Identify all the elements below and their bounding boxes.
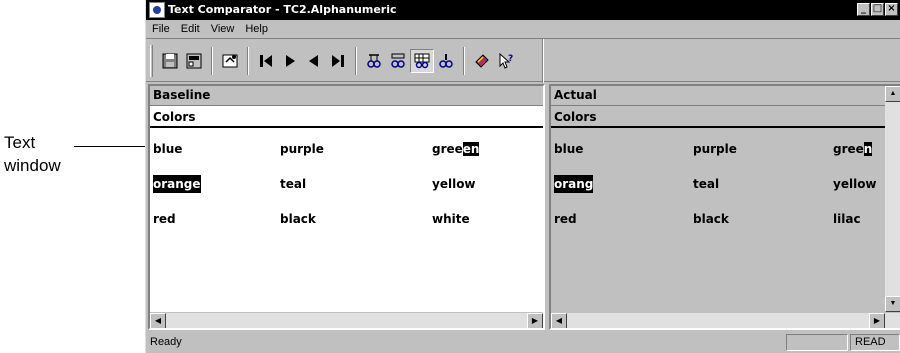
compare-words-icon[interactable]	[386, 49, 410, 73]
scroll-left-button[interactable]: ◀	[551, 313, 567, 328]
previous-diff-icon[interactable]	[302, 49, 326, 73]
next-diff-icon[interactable]	[278, 49, 302, 73]
maximize-button[interactable]: □	[871, 3, 884, 16]
baseline-cell[interactable]: white	[432, 210, 470, 228]
scroll-up-button[interactable]: ▲	[885, 86, 900, 102]
menu-edit[interactable]: Edit	[181, 20, 200, 38]
actual-cell[interactable]: yellow	[833, 175, 877, 193]
baseline-subheader: Colors	[150, 106, 543, 128]
title-bar[interactable]: Text Comparator - TC2.Alphanumeric _ □ ×	[146, 0, 900, 20]
baseline-cell[interactable]: black	[280, 210, 316, 228]
status-panel-empty	[786, 334, 848, 351]
baseline-hscrollbar[interactable]: ◀ ▶	[150, 312, 543, 328]
actual-cell[interactable]: teal	[693, 175, 719, 193]
toolbar: ?	[146, 38, 900, 83]
diff-highlight: n	[863, 142, 873, 156]
actual-cell[interactable]: black	[693, 210, 729, 228]
help-pointer-icon[interactable]: ?	[494, 49, 518, 73]
actual-cell[interactable]: orang	[554, 175, 594, 193]
actual-hscrollbar[interactable]: ◀ ▶	[551, 312, 900, 328]
baseline-cell[interactable]: orange	[153, 175, 201, 193]
toolbar-grip[interactable]	[150, 45, 153, 77]
menu-file[interactable]: File	[152, 20, 170, 38]
compare-grid-icon[interactable]	[410, 49, 434, 73]
actual-vscrollbar[interactable]: ▲ ▼	[885, 86, 900, 312]
table-row: blue purple green	[551, 140, 900, 160]
baseline-cell[interactable]: yellow	[432, 175, 476, 193]
actual-cell[interactable]: green	[833, 140, 873, 158]
table-row: orange teal yellow	[150, 175, 543, 195]
window-title: Text Comparator - TC2.Alphanumeric	[168, 3, 397, 16]
app-icon[interactable]	[149, 2, 165, 18]
actual-cell[interactable]: lilac	[833, 210, 861, 228]
baseline-cell[interactable]: red	[153, 210, 176, 228]
app-window: Text Comparator - TC2.Alphanumeric _ □ ×…	[145, 0, 900, 353]
compare-lines-icon[interactable]	[434, 49, 458, 73]
scroll-down-button[interactable]: ▼	[885, 296, 900, 312]
status-bar: Ready READ	[146, 332, 900, 353]
baseline-cell[interactable]: blue	[153, 140, 182, 158]
first-diff-icon[interactable]	[254, 49, 278, 73]
callout-line1: Text	[4, 133, 36, 152]
table-row: blue purple greeen	[150, 140, 543, 160]
callout-label: Text window	[4, 131, 61, 177]
baseline-cell-text: gree	[432, 142, 463, 156]
scroll-left-button[interactable]: ◀	[150, 313, 166, 328]
last-diff-icon[interactable]	[326, 49, 350, 73]
baseline-header: Baseline	[150, 86, 543, 106]
actual-cell-text: gree	[833, 142, 864, 156]
save-icon[interactable]	[158, 49, 182, 73]
menu-view[interactable]: View	[211, 20, 235, 38]
diff-highlight: en	[462, 142, 480, 156]
table-row: red black lilac	[551, 210, 900, 230]
actual-cell[interactable]: purple	[693, 140, 737, 158]
toolbar-divider	[542, 39, 544, 83]
book-icon[interactable]	[470, 49, 494, 73]
actual-cell[interactable]: red	[554, 210, 577, 228]
baseline-cell[interactable]: teal	[280, 175, 306, 193]
callout-leader-line	[74, 146, 150, 147]
properties-icon[interactable]	[182, 49, 206, 73]
baseline-cell[interactable]: purple	[280, 140, 324, 158]
compare-chars-icon[interactable]	[362, 49, 386, 73]
callout-line2: window	[4, 156, 61, 175]
scroll-right-button[interactable]: ▶	[869, 313, 885, 328]
options-icon[interactable]	[218, 49, 242, 73]
status-text: Ready	[150, 336, 182, 348]
close-button[interactable]: ×	[885, 3, 898, 16]
actual-header: Actual	[551, 86, 900, 106]
scroll-right-button[interactable]: ▶	[527, 313, 543, 328]
actual-subheader: Colors	[551, 106, 900, 128]
menu-help[interactable]: Help	[245, 20, 268, 38]
status-mode: READ	[850, 334, 900, 351]
actual-cell[interactable]: blue	[554, 140, 583, 158]
table-row: orang teal yellow	[551, 175, 900, 195]
svg-text:?: ?	[508, 54, 513, 64]
baseline-pane[interactable]: Baseline Colors blue purple greeen orang…	[148, 84, 545, 330]
menu-bar: File Edit View Help	[146, 20, 900, 38]
actual-pane[interactable]: Actual Colors blue purple green orang te…	[549, 84, 900, 330]
minimize-button[interactable]: _	[857, 3, 870, 16]
baseline-cell[interactable]: greeen	[432, 140, 480, 158]
table-row: red black white	[150, 210, 543, 230]
